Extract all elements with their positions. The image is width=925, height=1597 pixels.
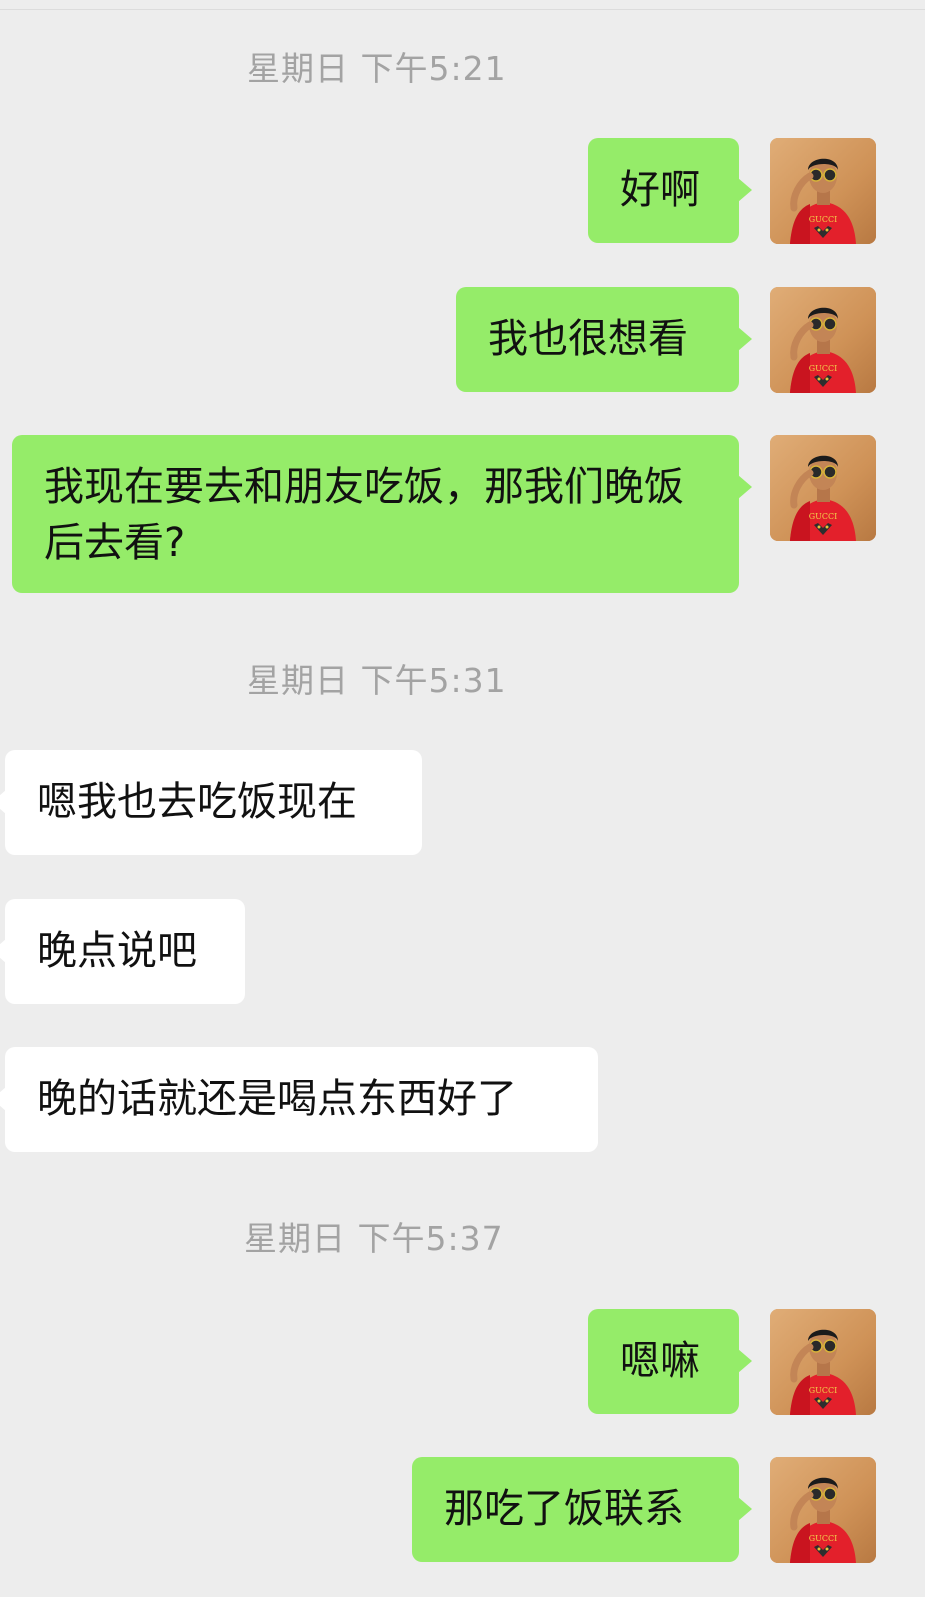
message-text: 我也很想看 [488,316,688,362]
message-text: 晚的话就还是喝点东西好了 [37,1076,517,1122]
message-bubble-sent[interactable]: 我现在要去和朋友吃饭，那我们晚饭后去看? [12,435,752,593]
message-bubble-sent[interactable]: 那吃了饭联系 [412,1457,752,1562]
message-bubble-received[interactable]: 晚点说吧 [0,899,245,1004]
avatar[interactable]: GUCCI [770,287,876,393]
header-divider [0,9,925,10]
message-text: 好啊 [620,167,700,213]
avatar[interactable]: GUCCI [770,138,876,244]
timestamp: 星期日 下午5:37 [244,1219,504,1258]
avatar[interactable]: GUCCI [770,1457,876,1563]
message-text: 晚点说吧 [37,928,197,974]
message-text: 嗯我也去吃饭现在 [37,779,357,825]
message-bubble-sent[interactable]: 好啊 [588,138,752,243]
message-text: 那吃了饭联系 [444,1486,684,1532]
message-bubble-received[interactable]: 晚的话就还是喝点东西好了 [0,1047,598,1152]
svg-text:GUCCI: GUCCI [809,364,838,373]
svg-text:GUCCI: GUCCI [809,1534,838,1543]
message-text: 嗯嘛 [620,1338,700,1384]
svg-text:GUCCI: GUCCI [809,1386,838,1395]
svg-text:GUCCI: GUCCI [809,215,838,224]
timestamp: 星期日 下午5:31 [247,661,507,700]
avatar[interactable]: GUCCI [770,435,876,541]
message-bubble-sent[interactable]: 嗯嘛 [588,1309,752,1414]
message-bubble-sent[interactable]: 我也很想看 [456,287,752,392]
message-text: 我现在要去和朋友吃饭，那我们晚饭后去看? [44,464,684,566]
avatar[interactable]: GUCCI [770,1309,876,1415]
timestamp: 星期日 下午5:21 [247,49,507,88]
message-bubble-received[interactable]: 嗯我也去吃饭现在 [0,750,422,855]
svg-text:GUCCI: GUCCI [809,512,838,521]
